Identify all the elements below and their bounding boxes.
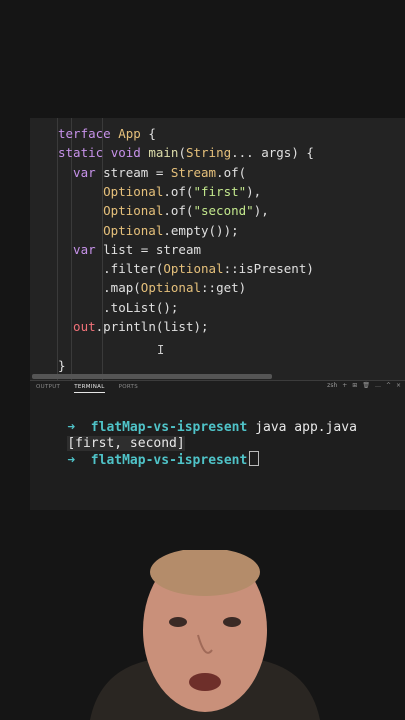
code-token: Stream bbox=[170, 164, 217, 180]
code-token: "second" bbox=[193, 203, 254, 219]
code-token: out bbox=[58, 319, 96, 334]
tab-terminal[interactable]: TERMINAL bbox=[74, 383, 105, 393]
code-token: Optional bbox=[58, 203, 164, 219]
more-icon[interactable]: … bbox=[375, 382, 381, 389]
code-line: Optional.empty()); bbox=[58, 221, 239, 240]
code-token: } bbox=[58, 357, 66, 373]
horizontal-scrollbar[interactable] bbox=[32, 374, 272, 379]
tab-output[interactable]: OUTPUT bbox=[36, 383, 60, 393]
code-token: { bbox=[140, 126, 156, 141]
code-line: out.println(list); bbox=[58, 317, 209, 336]
code-line: .toList(); bbox=[58, 298, 178, 317]
close-icon[interactable]: × bbox=[396, 382, 401, 389]
code-line: .filter(Optional::isPresent) bbox=[58, 259, 314, 278]
shell-label[interactable]: zsh bbox=[327, 382, 337, 389]
code-token: Optional bbox=[140, 280, 202, 296]
prompt-directory: flatMap-vs-ispresent bbox=[90, 453, 248, 468]
code-token: ), bbox=[253, 203, 269, 219]
code-token: .of( bbox=[216, 164, 247, 180]
code-line: .map(Optional::get) bbox=[58, 278, 246, 297]
maximize-icon[interactable]: ^ bbox=[386, 382, 391, 389]
panel-tabs: OUTPUT TERMINAL PORTS bbox=[36, 383, 138, 393]
add-terminal-icon[interactable]: + bbox=[342, 382, 347, 389]
terminal-prompt-line[interactable]: ➜ flatMap-vs-ispresent bbox=[36, 436, 260, 483]
code-token: stream bbox=[103, 164, 149, 180]
code-editor[interactable]: terface App {static void main(String... … bbox=[30, 118, 405, 380]
split-terminal-icon[interactable]: ⊞ bbox=[352, 382, 357, 389]
code-token: String bbox=[185, 145, 232, 161]
code-token: .map( bbox=[58, 280, 141, 296]
code-token: .empty()); bbox=[163, 222, 239, 238]
code-token: ( bbox=[178, 145, 186, 161]
code-line: Optional.of("second"), bbox=[58, 201, 269, 220]
text-cursor-icon: I bbox=[157, 343, 165, 357]
code-token: .of( bbox=[163, 183, 194, 199]
code-line: static void main(String... args) { bbox=[58, 143, 314, 162]
code-token: .of( bbox=[163, 203, 194, 219]
code-token: .toList(); bbox=[58, 299, 179, 315]
code-line: var list = stream bbox=[58, 240, 201, 259]
code-token: Optional bbox=[58, 222, 164, 238]
code-token: Optional bbox=[58, 183, 164, 199]
code-token: main bbox=[148, 145, 179, 161]
trash-icon[interactable]: 🗑 bbox=[362, 382, 370, 389]
code-line: terface App { bbox=[58, 124, 156, 143]
code-token: ), bbox=[246, 183, 262, 199]
code-token: Optional bbox=[163, 261, 224, 277]
tab-ports[interactable]: PORTS bbox=[119, 383, 138, 393]
code-token: ::isPresent) bbox=[223, 261, 314, 277]
code-token: App bbox=[118, 126, 141, 141]
panel-toolbar: zsh + ⊞ 🗑 … ^ × bbox=[327, 382, 401, 389]
terminal-panel: OUTPUT TERMINAL PORTS zsh + ⊞ 🗑 … ^ × ➜ … bbox=[30, 380, 405, 511]
presenter-video bbox=[0, 510, 405, 720]
code-token: void bbox=[110, 145, 149, 161]
code-token: .filter( bbox=[58, 261, 164, 277]
code-token: "first" bbox=[193, 183, 247, 199]
presenter-face-image bbox=[90, 550, 320, 720]
code-token: = bbox=[148, 164, 171, 180]
code-line: } bbox=[58, 356, 66, 375]
code-token: ::get) bbox=[201, 280, 247, 296]
code-token: list = stream bbox=[103, 241, 201, 257]
code-token: static bbox=[58, 145, 111, 161]
code-token: .println(list); bbox=[95, 319, 209, 334]
terminal-command: java app.java bbox=[247, 420, 357, 435]
code-line: Optional.of("first"), bbox=[58, 182, 261, 201]
code-token: var bbox=[58, 241, 104, 257]
terminal-cursor bbox=[249, 451, 260, 466]
code-token: terface bbox=[58, 126, 119, 141]
code-line: var stream = Stream.of( bbox=[58, 163, 246, 182]
code-token: ... args) { bbox=[231, 145, 314, 161]
prompt-arrow-icon: ➜ bbox=[67, 453, 76, 468]
code-token: var bbox=[58, 164, 104, 180]
